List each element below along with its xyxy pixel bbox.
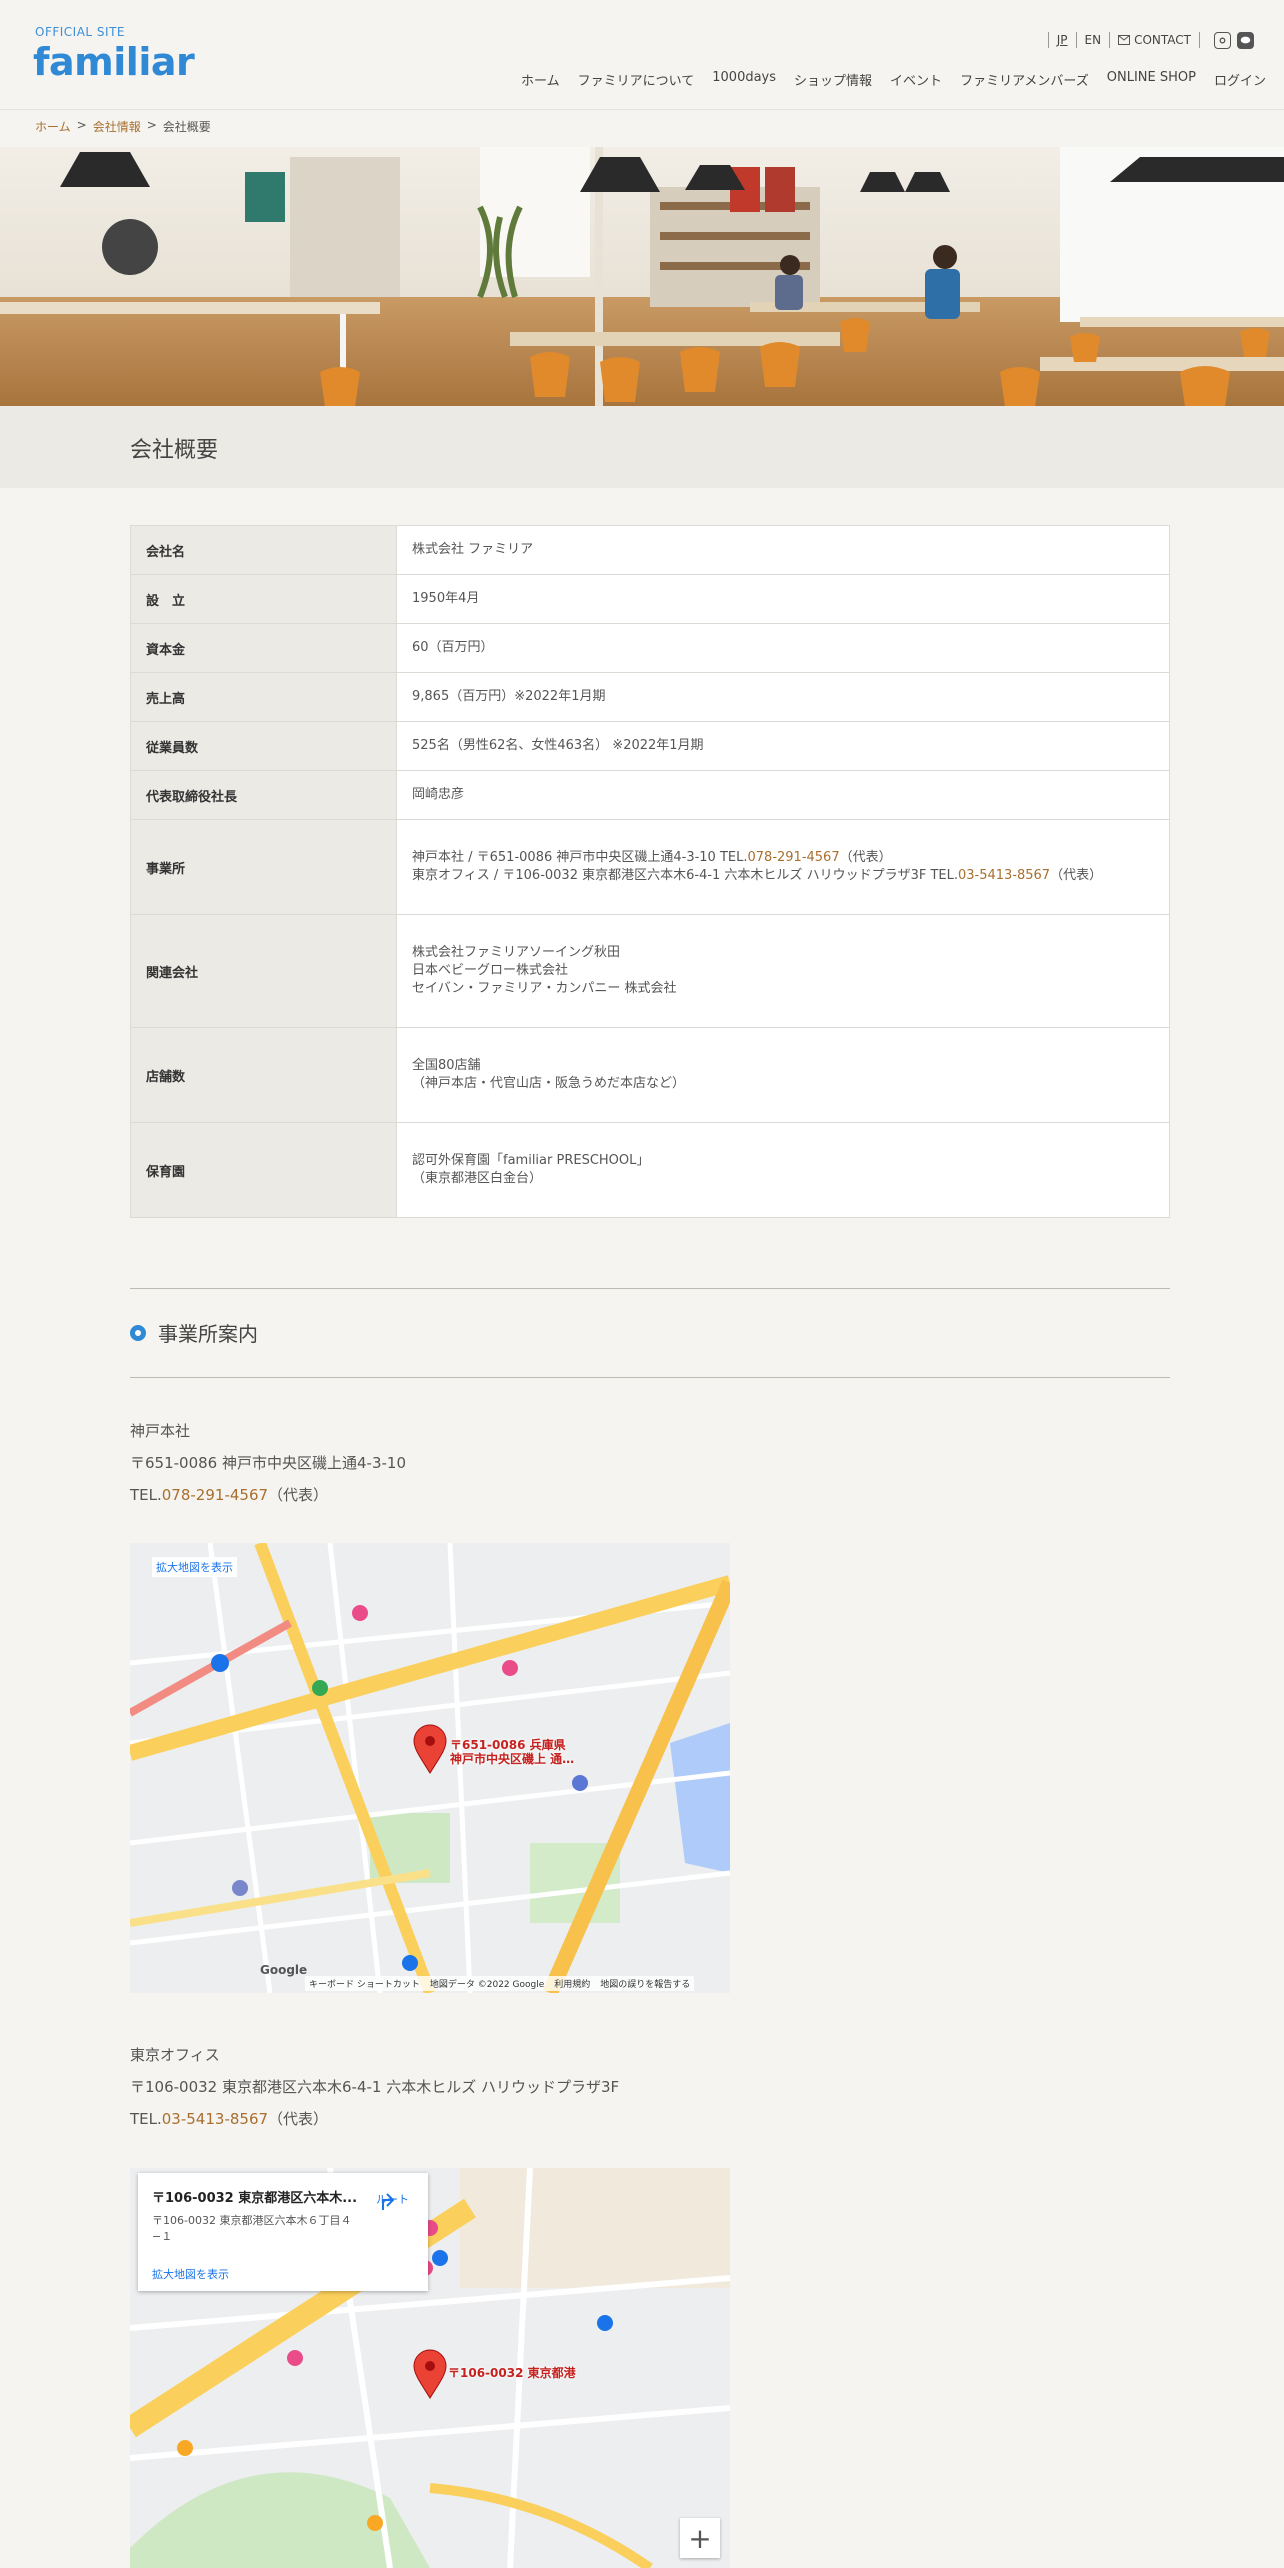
breadcrumb-home[interactable]: ホーム	[35, 118, 71, 135]
table-row: 代表取締役社長 岡崎忠彦	[130, 770, 1170, 820]
popup-address: 〒106-0032 東京都港区六本木６丁目４−１	[152, 2214, 352, 2243]
row-label: 事業所	[130, 819, 397, 915]
row-value: 株式会社 ファミリア	[396, 525, 1170, 575]
nursery-value: 認可外保育園「familiar PRESCHOOL」 （東京都港区白金台）	[396, 1122, 1170, 1218]
tokyo-tel-link[interactable]: 03-5413-8567	[958, 868, 1050, 883]
row-value: 岡崎忠彦	[396, 770, 1170, 820]
table-row: 従業員数 525名（男性62名、女性463名） ※2022年1月期	[130, 721, 1170, 771]
global-nav: ホーム ファミリアについて 1000days ショップ情報 イベント ファミリア…	[521, 70, 1266, 89]
row-value: 60（百万円）	[396, 623, 1170, 673]
table-row: 会社名 株式会社 ファミリア	[130, 525, 1170, 575]
nav-online-shop[interactable]: ONLINE SHOP	[1107, 70, 1196, 89]
site-label: OFFICIAL SITE	[35, 25, 125, 39]
google-logo: Google	[260, 1963, 308, 1977]
nav-about[interactable]: ファミリアについて	[578, 70, 695, 89]
nav-members[interactable]: ファミリアメンバーズ	[960, 70, 1089, 89]
line-icon[interactable]	[1237, 31, 1254, 49]
nav-login[interactable]: ログイン	[1214, 70, 1266, 89]
map-footer-shortcuts[interactable]: キーボード ショートカット	[309, 1977, 420, 1990]
nav-home[interactable]: ホーム	[521, 70, 560, 89]
kobe-pin-label: 〒651-0086 兵庫県 神戸市中央区磯上 通…	[450, 1738, 575, 1766]
mail-icon	[1118, 35, 1131, 45]
breadcrumb-current: 会社概要	[162, 120, 211, 134]
table-row-stores: 店舗数 全国80店舗 （神戸本店・代官山店・阪急うめだ本店など）	[130, 1027, 1170, 1123]
hero-office-photo	[0, 147, 1284, 406]
map-footer-data: 地図データ ©2022 Google	[429, 1980, 545, 1990]
office-name: 東京オフィス	[130, 2046, 220, 2064]
nav-shops[interactable]: ショップ情報	[794, 70, 872, 89]
row-label: 設 立	[130, 574, 397, 624]
map-footer: キーボード ショートカット 地図データ ©2022 Google 利用規約 地図…	[305, 1976, 695, 1991]
row-label: 関連会社	[130, 914, 397, 1028]
divider	[130, 1288, 1170, 1289]
route-button[interactable]: ルート	[376, 2191, 409, 2210]
table-row: 資本金 60（百万円）	[130, 623, 1170, 673]
directions-icon	[382, 2193, 395, 2210]
tokyo-tel[interactable]: 03-5413-8567	[162, 2110, 268, 2128]
nav-events[interactable]: イベント	[890, 70, 942, 89]
table-row: 売上高 9,865（百万円）※2022年1月期	[130, 672, 1170, 722]
page-title: 会社概要	[130, 438, 219, 463]
tokyo-pin-label: 〒106-0032 東京都港	[448, 2366, 576, 2380]
office-name: 神戸本社	[130, 1422, 191, 1440]
tokyo-map[interactable]: 〒106-0032 東京都港区六本木... 〒106-0032 東京都港区六本木…	[130, 2168, 730, 2568]
tokyo-office-info: 東京オフィス 〒106-0032 東京都港区六本木6-4-1 六本木ヒルズ ハリ…	[130, 2039, 619, 2135]
nav-1000days[interactable]: 1000days	[712, 70, 776, 89]
row-value: 9,865（百万円）※2022年1月期	[396, 672, 1170, 722]
contact-label: CONTACT	[1134, 33, 1191, 47]
affiliates-value: 株式会社ファミリアソーイング秋田 日本ベビーグロー株式会社 セイバン・ファミリア…	[396, 914, 1170, 1028]
section-heading: 事業所案内	[130, 1318, 258, 1347]
breadcrumb: ホーム > 会社情報 > 会社概要	[35, 118, 211, 135]
row-label: 店舗数	[130, 1027, 397, 1123]
row-label: 従業員数	[130, 721, 397, 771]
contact-link[interactable]: CONTACT	[1118, 33, 1191, 47]
row-value: 525名（男性62名、女性463名） ※2022年1月期	[396, 721, 1170, 771]
site-header: OFFICIAL SITE familiar JP EN CONTACT ホーム…	[0, 0, 1284, 110]
table-row-nursery: 保育園 認可外保育園「familiar PRESCHOOL」 （東京都港区白金台…	[130, 1122, 1170, 1218]
kobe-tel-link[interactable]: 078-291-4567	[748, 850, 840, 865]
row-label: 会社名	[130, 525, 397, 575]
row-label: 保育園	[130, 1122, 397, 1218]
table-row-affiliates: 関連会社 株式会社ファミリアソーイング秋田 日本ベビーグロー株式会社 セイバン・…	[130, 914, 1170, 1028]
breadcrumb-company[interactable]: 会社情報	[93, 118, 141, 135]
office-address: 〒651-0086 神戸市中央区磯上通4-3-10	[130, 1454, 406, 1472]
table-row: 設 立 1950年4月	[130, 574, 1170, 624]
instagram-icon[interactable]	[1214, 31, 1231, 49]
lang-jp-link[interactable]: JP	[1057, 33, 1068, 47]
zoom-in-button[interactable]: +	[680, 2518, 720, 2558]
office-address: 〒106-0032 東京都港区六本木6-4-1 六本木ヒルズ ハリウッドプラザ3…	[130, 2078, 620, 2096]
kobe-tel[interactable]: 078-291-4567	[162, 1486, 268, 1504]
page-title-band: 会社概要	[0, 406, 1284, 488]
row-label: 資本金	[130, 623, 397, 673]
utility-nav: JP EN CONTACT	[1040, 30, 1254, 50]
row-label: 代表取締役社長	[130, 770, 397, 820]
offices-value: 神戸本社 / 〒651-0086 神戸市中央区磯上通4-3-10 TEL.078…	[396, 819, 1170, 915]
table-row-offices: 事業所 神戸本社 / 〒651-0086 神戸市中央区磯上通4-3-10 TEL…	[130, 819, 1170, 915]
popup-title: 〒106-0032 東京都港区六本木...	[152, 2191, 358, 2206]
stores-value: 全国80店舗 （神戸本店・代官山店・阪急うめだ本店など）	[396, 1027, 1170, 1123]
company-info-table: 会社名 株式会社 ファミリア 設 立 1950年4月 資本金 60（百万円） 売…	[130, 525, 1170, 1218]
bullet-icon	[130, 1324, 146, 1341]
tokyo-map-enlarge-link[interactable]: 拡大地図を表示	[152, 2266, 229, 2282]
kobe-map[interactable]: 拡大地図を表示 〒651-0086 兵庫県 神戸市中央区磯上 通… Google…	[130, 1543, 730, 1993]
row-value: 1950年4月	[396, 574, 1170, 624]
map-footer-terms[interactable]: 利用規約	[554, 1977, 590, 1990]
kobe-map-enlarge-link[interactable]: 拡大地図を表示	[152, 1557, 237, 1577]
familiar-logo[interactable]: familiar	[33, 40, 195, 84]
section-title: 事業所案内	[158, 1322, 258, 1346]
lang-en-link[interactable]: EN	[1085, 33, 1102, 47]
map-footer-report[interactable]: 地図の誤りを報告する	[600, 1977, 690, 1990]
kobe-office-info: 神戸本社 〒651-0086 神戸市中央区磯上通4-3-10 TEL.078-2…	[130, 1415, 406, 1511]
row-label: 売上高	[130, 672, 397, 722]
map-info-popup: 〒106-0032 東京都港区六本木... 〒106-0032 東京都港区六本木…	[138, 2173, 428, 2291]
divider	[130, 1377, 1170, 1378]
